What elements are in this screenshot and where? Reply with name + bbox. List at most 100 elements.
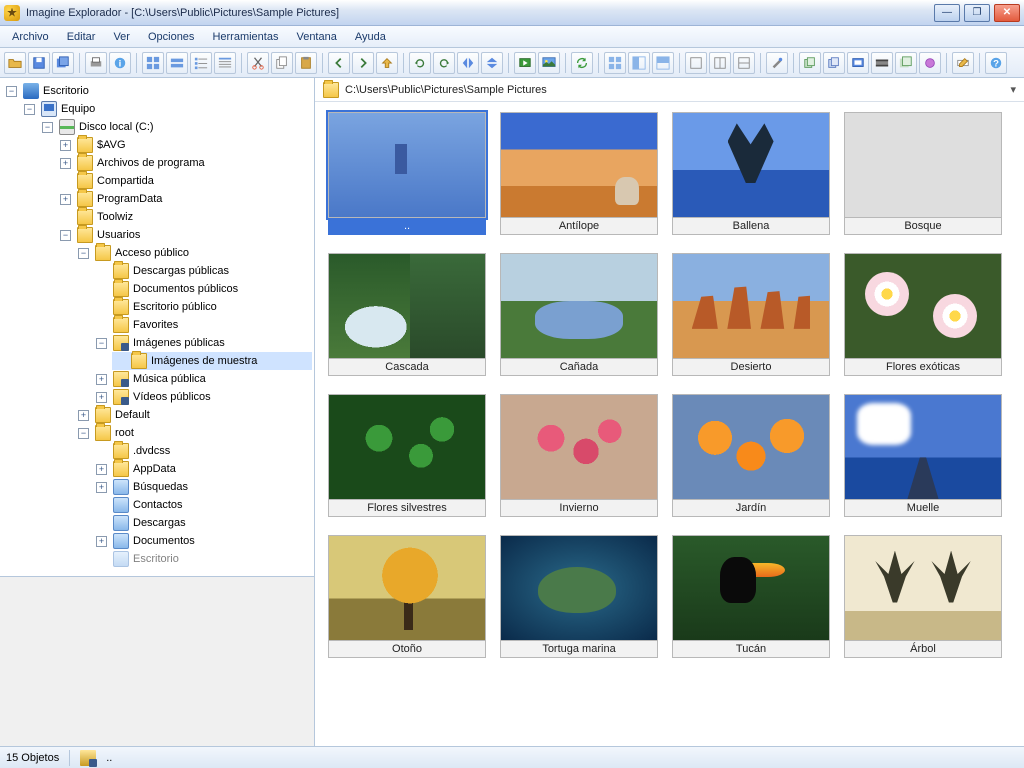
tb-info-icon[interactable]: i — [109, 52, 131, 74]
tb-settings-icon[interactable] — [766, 52, 788, 74]
tree-item[interactable]: Vídeos públicos — [133, 391, 211, 403]
tree-item[interactable]: Favorites — [133, 319, 178, 331]
tb-details-icon[interactable] — [214, 52, 236, 74]
minimize-button[interactable]: — — [934, 4, 960, 22]
tree-item[interactable]: $AVG — [97, 139, 126, 151]
tree-item[interactable]: Búsquedas — [133, 481, 188, 493]
menu-ayuda[interactable]: Ayuda — [347, 28, 394, 46]
thumbnail-item[interactable]: Flores silvestres — [327, 394, 487, 517]
tb-panel3-icon[interactable] — [733, 52, 755, 74]
tree-item[interactable]: Default — [115, 409, 150, 421]
folder-tree[interactable]: −Escritorio −Equipo −Disco local (C:) +$… — [0, 78, 314, 576]
tb-anim-icon[interactable] — [871, 52, 893, 74]
tb-next-icon[interactable] — [352, 52, 374, 74]
tb-prev-icon[interactable] — [328, 52, 350, 74]
thumbnail-item[interactable]: Árbol — [843, 535, 1003, 658]
menu-ver[interactable]: Ver — [105, 28, 138, 46]
tb-multi-icon[interactable] — [895, 52, 917, 74]
tb-screenshot-icon[interactable] — [847, 52, 869, 74]
tb-saveall-icon[interactable] — [52, 52, 74, 74]
thumbnail-item[interactable]: Tucán — [671, 535, 831, 658]
thumbnail-caption: Flores exóticas — [844, 359, 1002, 376]
tb-batch2-icon[interactable] — [823, 52, 845, 74]
tree-item[interactable]: .dvdcss — [133, 445, 170, 457]
tree-item[interactable]: Documentos — [133, 535, 195, 547]
thumbnail-item[interactable]: Cascada — [327, 253, 487, 376]
tb-rotate-right-icon[interactable] — [433, 52, 455, 74]
thumbnail-item[interactable]: .. — [327, 112, 487, 235]
tb-batch1-icon[interactable] — [799, 52, 821, 74]
menu-herramientas[interactable]: Herramientas — [204, 28, 286, 46]
tree-item[interactable]: Música pública — [133, 373, 206, 385]
thumbnail-caption: Tortuga marina — [500, 641, 658, 658]
thumbnail-area[interactable]: ..Antílope Ballena Bosque CascadaCañadaDesi… — [315, 102, 1024, 746]
tree-item[interactable]: Escritorio público — [133, 301, 217, 313]
tb-thumbs-icon[interactable] — [142, 52, 164, 74]
tree-item[interactable]: Descargas públicas — [133, 265, 229, 277]
tree-item[interactable]: Documentos públicos — [133, 283, 238, 295]
tb-flip-v-icon[interactable] — [481, 52, 503, 74]
tree-item[interactable]: Toolwiz — [97, 211, 133, 223]
close-button[interactable]: ✕ — [994, 4, 1020, 22]
tree-item[interactable]: AppData — [133, 463, 176, 475]
thumbnail-item[interactable]: Flores exóticas — [843, 253, 1003, 376]
tb-rename-icon[interactable] — [952, 52, 974, 74]
thumbnail-item[interactable]: Cañada — [499, 253, 659, 376]
tb-up-icon[interactable] — [376, 52, 398, 74]
tree-item[interactable]: Archivos de programa — [97, 157, 205, 169]
tree-item-selected[interactable]: Imágenes de muestra — [151, 355, 257, 367]
thumbnail-item[interactable]: Ballena — [671, 112, 831, 235]
current-path[interactable]: C:\Users\Public\Pictures\Sample Pictures — [345, 84, 1004, 96]
menu-opciones[interactable]: Opciones — [140, 28, 202, 46]
thumbnail-item[interactable]: Antílope — [499, 112, 659, 235]
tree-item[interactable]: Acceso público — [115, 247, 189, 259]
tb-help-icon[interactable]: ? — [985, 52, 1007, 74]
tree-item[interactable]: Compartida — [97, 175, 154, 187]
thumbnail-item[interactable]: Invierno — [499, 394, 659, 517]
tb-flip-h-icon[interactable] — [457, 52, 479, 74]
tree-item[interactable]: Descargas — [133, 517, 186, 529]
tree-item[interactable]: ProgramData — [97, 193, 162, 205]
svg-text:?: ? — [993, 58, 999, 69]
tb-view1-icon[interactable] — [604, 52, 626, 74]
tb-cut-icon[interactable] — [247, 52, 269, 74]
tree-item[interactable]: Usuarios — [97, 229, 140, 241]
tb-copy-icon[interactable] — [271, 52, 293, 74]
folder-icon — [113, 443, 129, 459]
thumbnail-item[interactable]: Muelle — [843, 394, 1003, 517]
tree-item[interactable]: Contactos — [133, 499, 183, 511]
tb-print-icon[interactable] — [85, 52, 107, 74]
menu-editar[interactable]: Editar — [59, 28, 104, 46]
tb-list-icon[interactable] — [190, 52, 212, 74]
thumbnail-item[interactable]: Desierto — [671, 253, 831, 376]
tree-item[interactable]: Imágenes públicas — [133, 337, 225, 349]
tb-across-icon[interactable] — [166, 52, 188, 74]
maximize-button[interactable]: ❐ — [964, 4, 990, 22]
tb-save-icon[interactable] — [28, 52, 50, 74]
menu-ventana[interactable]: Ventana — [288, 28, 344, 46]
tb-panel2-icon[interactable] — [709, 52, 731, 74]
tb-view2-icon[interactable] — [628, 52, 650, 74]
tb-view3-icon[interactable] — [652, 52, 674, 74]
tb-wallpaper-icon[interactable] — [538, 52, 560, 74]
tb-refresh-icon[interactable] — [571, 52, 593, 74]
tree-item[interactable]: Escritorio — [133, 553, 179, 565]
thumbnail-item[interactable]: Otoño — [327, 535, 487, 658]
svg-text:i: i — [119, 58, 122, 69]
tree-item[interactable]: root — [115, 427, 134, 439]
menu-archivo[interactable]: Archivo — [4, 28, 57, 46]
tb-open-icon[interactable] — [4, 52, 26, 74]
tb-paste-icon[interactable] — [295, 52, 317, 74]
thumbnail-item[interactable]: Jardín — [671, 394, 831, 517]
tree-desktop[interactable]: Escritorio — [43, 85, 89, 97]
tb-panel1-icon[interactable] — [685, 52, 707, 74]
thumbnail-item[interactable]: Tortuga marina — [499, 535, 659, 658]
tree-equipo[interactable]: Equipo — [61, 103, 95, 115]
path-dropdown-icon[interactable]: ▾ — [1010, 83, 1016, 96]
tb-plugin-icon[interactable] — [919, 52, 941, 74]
thumbnail-caption: Ballena — [672, 218, 830, 235]
tree-disk[interactable]: Disco local (C:) — [79, 121, 154, 133]
tb-rotate-left-icon[interactable] — [409, 52, 431, 74]
tb-slideshow-icon[interactable] — [514, 52, 536, 74]
thumbnail-item[interactable]: Bosque — [843, 112, 1003, 235]
